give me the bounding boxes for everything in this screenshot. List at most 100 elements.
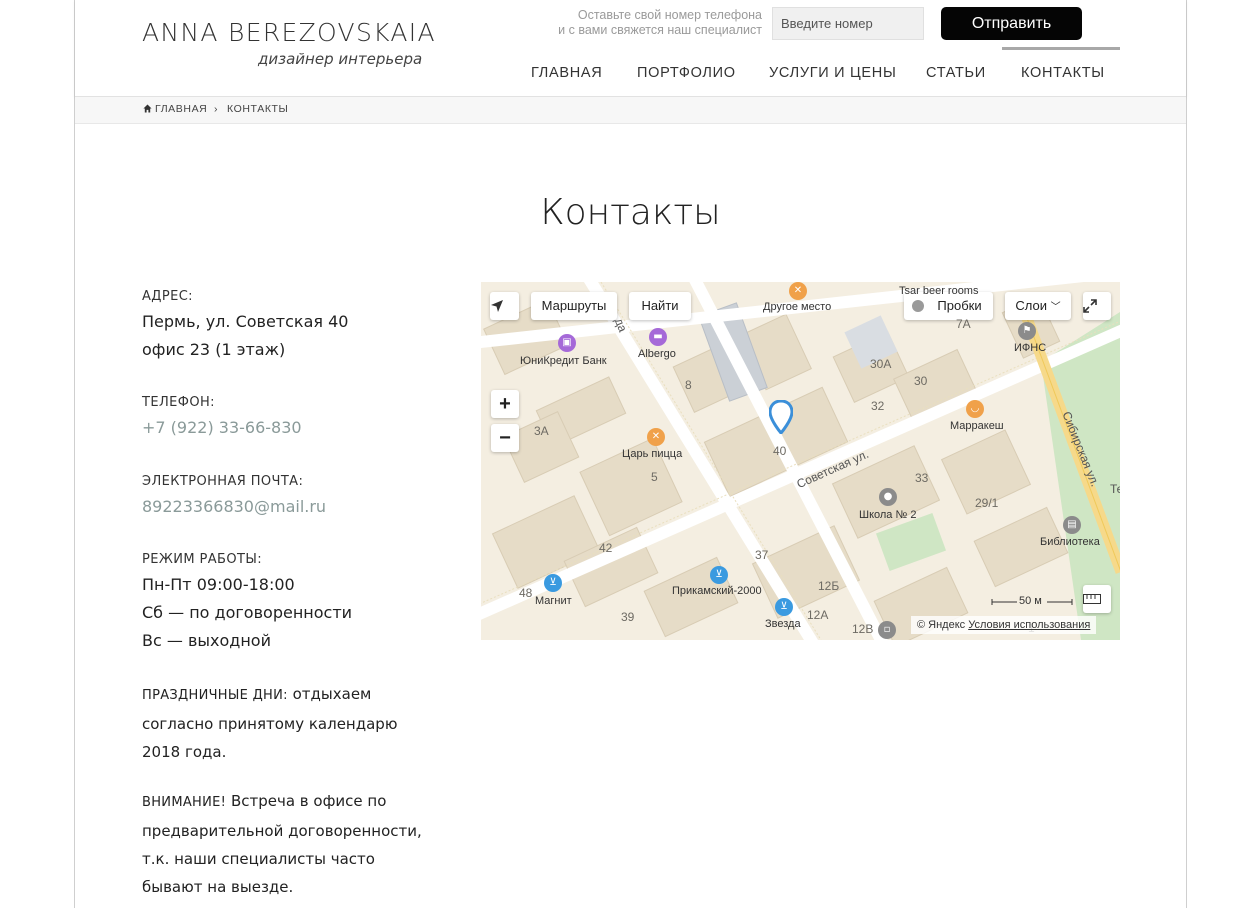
notice-line2: предварительной договоренности,: [142, 822, 422, 840]
zoom-out-button[interactable]: −: [491, 424, 519, 452]
callback-note-line2: и с вами свяжется наш специалист: [558, 23, 762, 37]
breadcrumb-home[interactable]: ГЛАВНАЯ: [155, 103, 207, 115]
notice-label: ВНИМАНИЕ!: [142, 795, 227, 810]
address-line1: Пермь, ул. Советская 40: [142, 312, 349, 331]
ruler-button[interactable]: [1083, 585, 1111, 613]
pizza-poi-icon[interactable]: ✕: [647, 428, 665, 446]
phone-input[interactable]: [772, 7, 924, 40]
hours-line1: Пн-Пт 09:00-18:00: [142, 575, 295, 594]
zoom-in-button[interactable]: +: [491, 390, 519, 418]
house-number: 12А: [807, 608, 829, 622]
map-label-library: Библиотека: [1040, 536, 1100, 548]
cafe-poi-icon[interactable]: ◡: [966, 400, 984, 418]
traffic-label: Пробки: [937, 298, 982, 313]
nav-item-articles[interactable]: СТАТЬИ: [926, 65, 986, 81]
locate-button[interactable]: [490, 292, 519, 320]
hours-line3: Вс — выходной: [142, 631, 271, 650]
holidays-line2: согласно принятому календарю: [142, 715, 398, 733]
map-label-albergo: Albergo: [638, 348, 676, 360]
phone-link[interactable]: +7 (922) 33-66-830: [142, 414, 452, 442]
notice-line4: бывают на выезде.: [142, 878, 294, 896]
shop-poi-icon[interactable]: ⊻: [544, 574, 562, 592]
map-scale: 50 м: [991, 595, 1073, 609]
school-poi-icon[interactable]: ●: [879, 488, 897, 506]
layers-button[interactable]: Слои ﹀: [1005, 292, 1071, 320]
home-icon: [143, 104, 152, 113]
hours-block: РЕЖИМ РАБОТЫ: Пн-Пт 09:00-18:00 Сб — по …: [142, 552, 452, 655]
map-label-magnit: Магнит: [535, 595, 572, 607]
house-number: 5: [651, 470, 658, 484]
breadcrumb-current: КОНТАКТЫ: [227, 103, 289, 115]
email-link[interactable]: 89223366830@mail.ru: [142, 493, 452, 521]
house-number: 39: [621, 610, 635, 624]
map-label-ifns: ИФНС: [1014, 342, 1047, 354]
layers-label: Слои: [1015, 298, 1047, 313]
terms-link[interactable]: Условия использования: [968, 619, 1090, 631]
holidays-line3: 2018 года.: [142, 743, 227, 761]
house-number: 29/1: [975, 496, 999, 510]
hours-line2: Сб — по договоренности: [142, 603, 353, 622]
gray-poi-icon[interactable]: ▫: [878, 621, 896, 639]
house-number: 37: [755, 548, 769, 562]
house-number: 48: [519, 586, 533, 600]
logo-name[interactable]: ANNA BEREZOVSKAIA: [142, 18, 436, 47]
map-label-tsar-beer: Tsar beer rooms: [899, 285, 979, 297]
location-pin-icon[interactable]: [769, 400, 793, 434]
nav-item-services[interactable]: УСЛУГИ И ЦЕНЫ: [769, 65, 897, 81]
nav-active-indicator: [1002, 47, 1120, 50]
address-block: АДРЕС: Пермь, ул. Советская 40 офис 23 (…: [142, 289, 452, 364]
traffic-icon: [912, 300, 924, 312]
map-label-zvezda: Звезда: [765, 618, 801, 630]
callback-note-line1: Оставьте свой номер телефона: [577, 8, 762, 22]
hotel-poi-icon[interactable]: ▬: [649, 328, 667, 346]
phone-block: ТЕЛЕФОН: +7 (922) 33-66-830: [142, 395, 452, 442]
notice-block: ВНИМАНИЕ! Встреча в офисе по предварител…: [142, 787, 452, 901]
house-number: 40: [773, 444, 787, 458]
flag-poi-icon[interactable]: ⚑: [1018, 322, 1036, 340]
find-button[interactable]: Найти: [629, 292, 691, 320]
food-poi-icon[interactable]: ✕: [789, 282, 807, 300]
send-button[interactable]: Отправить: [941, 7, 1082, 40]
holidays-label: ПРАЗДНИЧНЫЕ ДНИ:: [142, 688, 288, 703]
notice-text: Встреча в офисе по: [230, 792, 387, 810]
fullscreen-button[interactable]: [1083, 292, 1111, 320]
location-arrow-icon: [491, 300, 503, 312]
page-title: Контакты: [540, 192, 721, 233]
hours-label: РЕЖИМ РАБОТЫ:: [142, 552, 263, 567]
nav-item-contacts[interactable]: КОНТАКТЫ: [1021, 65, 1105, 81]
email-label: ЭЛЕКТРОННАЯ ПОЧТА:: [142, 474, 304, 489]
map-label-marrakesh: Марракеш: [950, 420, 1004, 432]
map-label-drugoe-mesto: Другое место: [763, 301, 832, 313]
nav-item-home[interactable]: ГЛАВНАЯ: [531, 65, 602, 81]
breadcrumb-separator: ›: [214, 103, 219, 115]
ruler-icon: [1083, 594, 1101, 604]
notice-line3: т.к. наши специалисты часто: [142, 850, 375, 868]
routes-button[interactable]: Маршруты: [531, 292, 617, 320]
house-number: 8: [685, 378, 692, 392]
house-number: 32: [871, 399, 885, 413]
nav-item-portfolio[interactable]: ПОРТФОЛИО: [637, 65, 736, 81]
chevron-down-icon: ﹀: [1050, 302, 1061, 313]
callback-note: Оставьте свой номер телефона и с вами св…: [525, 8, 762, 38]
main-nav: ГЛАВНАЯ ПОРТФОЛИО УСЛУГИ И ЦЕНЫ СТАТЬИ К…: [75, 47, 1186, 97]
house-number: 30: [914, 374, 928, 388]
house-number: 3А: [534, 424, 549, 438]
library-poi-icon[interactable]: ▤: [1063, 516, 1081, 534]
house-number: 42: [599, 541, 613, 555]
copyright-text: © Яндекс: [917, 619, 966, 631]
shop-poi-icon[interactable]: ⊻: [775, 598, 793, 616]
bank-poi-icon[interactable]: ▣: [558, 334, 576, 352]
house-number: 12В: [852, 622, 874, 636]
email-block: ЭЛЕКТРОННАЯ ПОЧТА: 89223366830@mail.ru: [142, 474, 452, 521]
house-number: 12Б: [818, 579, 840, 593]
site-header: ANNA BEREZOVSKAIA дизайнер интерьера Ост…: [75, 0, 1186, 97]
shop-poi-icon[interactable]: ⊻: [710, 566, 728, 584]
address-line2: офис 23 (1 этаж): [142, 340, 286, 359]
yandex-map[interactable]: Маршруты Найти Пробки Слои ﹀ + − ✕ ▣ ▬ ✕…: [481, 282, 1120, 640]
house-number: 33: [915, 471, 929, 485]
map-copyright: © Яндекс Условия использования: [911, 616, 1097, 634]
map-label-school: Школа № 2: [859, 509, 917, 521]
house-number: 30А: [870, 357, 892, 371]
expand-icon: [1083, 299, 1097, 313]
scale-label: 50 м: [1019, 595, 1042, 607]
